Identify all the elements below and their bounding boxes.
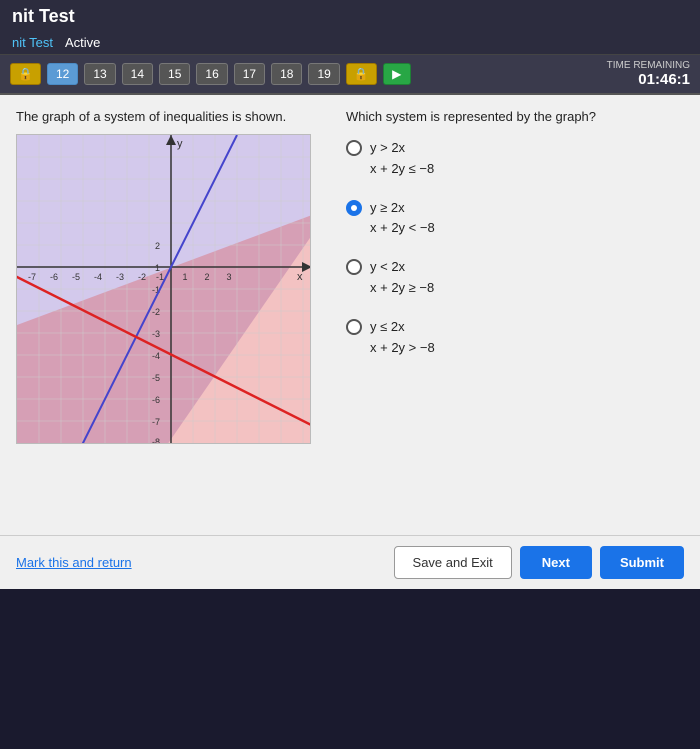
left-panel: The graph of a system of inequalities is…	[16, 109, 326, 521]
option-d-text: y ≤ 2x x + 2y > −8	[370, 317, 435, 359]
bottom-buttons: Save and Exit Next Submit	[394, 546, 684, 579]
next-button[interactable]: Next	[520, 546, 592, 579]
option-a[interactable]: y > 2x x + 2y ≤ −8	[346, 138, 684, 180]
header-title: nit Test	[12, 6, 75, 27]
svg-text:1: 1	[155, 263, 160, 273]
radio-c[interactable]	[346, 259, 362, 275]
save-exit-button[interactable]: Save and Exit	[394, 546, 512, 579]
dark-footer	[0, 589, 700, 749]
svg-text:-6: -6	[50, 272, 58, 282]
header-bar: nit Test	[0, 0, 700, 33]
nav-bar: nit Test Active	[0, 33, 700, 55]
question-btn-18[interactable]: 18	[271, 63, 302, 85]
right-panel: Which system is represented by the graph…	[346, 109, 684, 521]
svg-text:-2: -2	[138, 272, 146, 282]
bottom-bar: Mark this and return Save and Exit Next …	[0, 535, 700, 589]
option-c[interactable]: y < 2x x + 2y ≥ −8	[346, 257, 684, 299]
radio-b[interactable]	[346, 200, 362, 216]
question-btn-16[interactable]: 16	[196, 63, 227, 85]
option-a-text: y > 2x x + 2y ≤ −8	[370, 138, 434, 180]
question-btn-19[interactable]: 19	[308, 63, 339, 85]
svg-text:1: 1	[182, 272, 187, 282]
option-c-text: y < 2x x + 2y ≥ −8	[370, 257, 434, 299]
svg-text:-4: -4	[94, 272, 102, 282]
svg-text:-4: -4	[152, 351, 160, 361]
lock-icon-btn[interactable]: 🔒	[10, 63, 41, 85]
svg-text:-8: -8	[152, 437, 160, 444]
lock-icon-btn-2[interactable]: 🔒	[346, 63, 377, 85]
main-content: The graph of a system of inequalities is…	[0, 95, 700, 535]
svg-text:-5: -5	[152, 373, 160, 383]
graph-svg: x y -7 -6 -5 -4 -3 -2 -1 1 2 3 2 1 -1 -2…	[17, 135, 311, 444]
question-btn-13[interactable]: 13	[84, 63, 115, 85]
submit-button[interactable]: Submit	[600, 546, 684, 579]
nav-link-test[interactable]: nit Test	[12, 35, 53, 50]
option-d[interactable]: y ≤ 2x x + 2y > −8	[346, 317, 684, 359]
svg-text:-5: -5	[72, 272, 80, 282]
svg-text:2: 2	[204, 272, 209, 282]
play-btn[interactable]: ▶	[383, 63, 411, 85]
svg-text:-6: -6	[152, 395, 160, 405]
svg-text:-7: -7	[28, 272, 36, 282]
time-remaining: TIME REMAINING 01:46:1	[607, 60, 690, 88]
svg-text:-2: -2	[152, 307, 160, 317]
which-system-text: Which system is represented by the graph…	[346, 109, 684, 124]
mark-return-link[interactable]: Mark this and return	[16, 555, 132, 570]
nav-link-active: Active	[65, 35, 100, 50]
svg-text:2: 2	[155, 241, 160, 251]
svg-text:-1: -1	[156, 272, 164, 282]
question-left-text: The graph of a system of inequalities is…	[16, 109, 326, 124]
svg-text:-3: -3	[152, 329, 160, 339]
time-label: TIME REMAINING	[607, 60, 690, 71]
svg-text:-7: -7	[152, 417, 160, 427]
x-axis-label: x	[297, 271, 303, 283]
question-btn-12[interactable]: 12	[47, 63, 78, 85]
toolbar: 🔒 12 13 14 15 16 17 18 19 🔒 ▶ TIME REMAI…	[0, 55, 700, 95]
question-btn-17[interactable]: 17	[234, 63, 265, 85]
question-btn-15[interactable]: 15	[159, 63, 190, 85]
svg-text:-3: -3	[116, 272, 124, 282]
radio-d[interactable]	[346, 319, 362, 335]
svg-text:3: 3	[226, 272, 231, 282]
y-axis-label: y	[177, 138, 183, 150]
time-value: 01:46:1	[607, 71, 690, 88]
graph-container: x y -7 -6 -5 -4 -3 -2 -1 1 2 3 2 1 -1 -2…	[16, 134, 311, 444]
question-btn-14[interactable]: 14	[122, 63, 153, 85]
option-b[interactable]: y ≥ 2x x + 2y < −8	[346, 198, 684, 240]
radio-a[interactable]	[346, 140, 362, 156]
option-b-text: y ≥ 2x x + 2y < −8	[370, 198, 435, 240]
